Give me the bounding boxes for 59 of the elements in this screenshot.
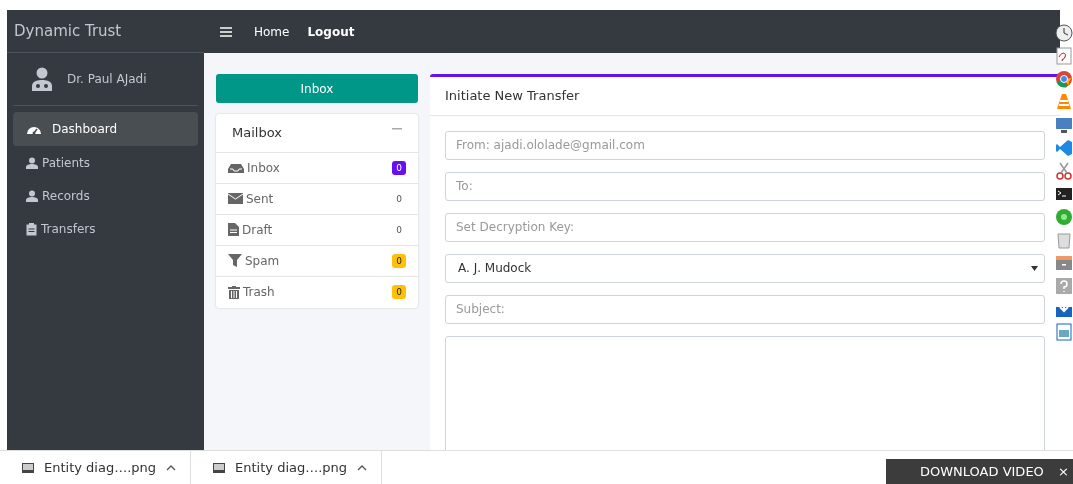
input-field[interactable]: Subject: xyxy=(445,294,1045,324)
doctor-avatar-icon xyxy=(31,67,53,91)
sidebar-item[interactable]: Patients xyxy=(13,147,198,179)
download-item[interactable]: Entity diag….png xyxy=(0,450,192,484)
count-text: 0 xyxy=(395,192,403,206)
input-field[interactable]: Set Decryption Key: xyxy=(445,212,1045,242)
count-text: 0 xyxy=(395,223,403,237)
user-name[interactable]: Dr. Paul AJadi xyxy=(67,70,147,88)
caret-icon xyxy=(1031,265,1038,271)
chevron-up-icon[interactable] xyxy=(357,464,368,471)
sidebar-item[interactable]: Transfers xyxy=(13,213,198,245)
round-app-icon[interactable] xyxy=(1055,208,1073,226)
mailbox-item[interactable]: Spam 0 xyxy=(216,245,418,277)
person-icon xyxy=(26,190,38,202)
inbox-button[interactable]: Inbox xyxy=(216,74,418,103)
monitor-icon[interactable] xyxy=(1055,116,1073,134)
trash-icon xyxy=(228,285,240,299)
input-field[interactable]: To: xyxy=(445,171,1045,201)
trash-bin-icon[interactable] xyxy=(1055,231,1073,249)
terminal-icon[interactable] xyxy=(1055,185,1073,203)
document-icon[interactable] xyxy=(1055,47,1073,65)
brand-title[interactable]: Dynamic Trust xyxy=(14,22,122,40)
select-field[interactable]: A. J. Mudock xyxy=(445,253,1045,283)
clock-icon[interactable] xyxy=(1055,24,1073,42)
image-file-icon[interactable] xyxy=(1055,323,1073,341)
card-title: Mailbox xyxy=(232,124,282,142)
menu-icon[interactable] xyxy=(220,26,232,37)
message-field[interactable] xyxy=(445,335,1045,450)
mailbox-item[interactable]: Trash 0 xyxy=(216,276,418,308)
scissors-icon[interactable] xyxy=(1055,162,1073,180)
input-field[interactable]: From: ajadi.ololade@gmail.com xyxy=(445,130,1045,160)
sidebar-item[interactable]: Dashboard xyxy=(13,112,198,146)
nav-link[interactable]: Logout xyxy=(307,22,355,41)
file-icon xyxy=(22,462,34,473)
filter-icon xyxy=(228,254,242,267)
download-video-link[interactable]: DOWNLOAD VIDEO xyxy=(920,461,1044,482)
code-editor-icon[interactable] xyxy=(1055,139,1073,157)
file-name: Entity diag….png xyxy=(235,458,348,477)
file-icon xyxy=(228,223,239,236)
mailbox-item[interactable]: Inbox 0 xyxy=(216,152,418,184)
close-button[interactable]: × xyxy=(1058,461,1069,482)
mailbox-item[interactable]: Draft 0 xyxy=(216,214,418,246)
nav-link[interactable]: Home xyxy=(254,22,290,41)
file-icon xyxy=(213,462,226,473)
card-title: Initiate New Transfer xyxy=(445,88,580,103)
person-icon xyxy=(26,157,38,169)
browser-icon[interactable] xyxy=(1055,70,1073,88)
count-badge: 0 xyxy=(392,160,406,175)
sidebar-item[interactable]: Records xyxy=(13,180,198,212)
count-badge: 0 xyxy=(392,253,406,268)
download-item[interactable]: Entity diag….png xyxy=(191,450,383,484)
count-badge: 0 xyxy=(392,285,406,299)
envelope-icon xyxy=(228,193,243,204)
mailbox-item[interactable]: Sent 0 xyxy=(216,183,418,215)
file-name: Entity diag….png xyxy=(44,458,157,477)
drawer-icon[interactable] xyxy=(1055,254,1073,272)
inbox-icon xyxy=(228,162,244,173)
chevron-up-icon[interactable] xyxy=(166,464,177,471)
clipboard-icon xyxy=(26,222,37,236)
